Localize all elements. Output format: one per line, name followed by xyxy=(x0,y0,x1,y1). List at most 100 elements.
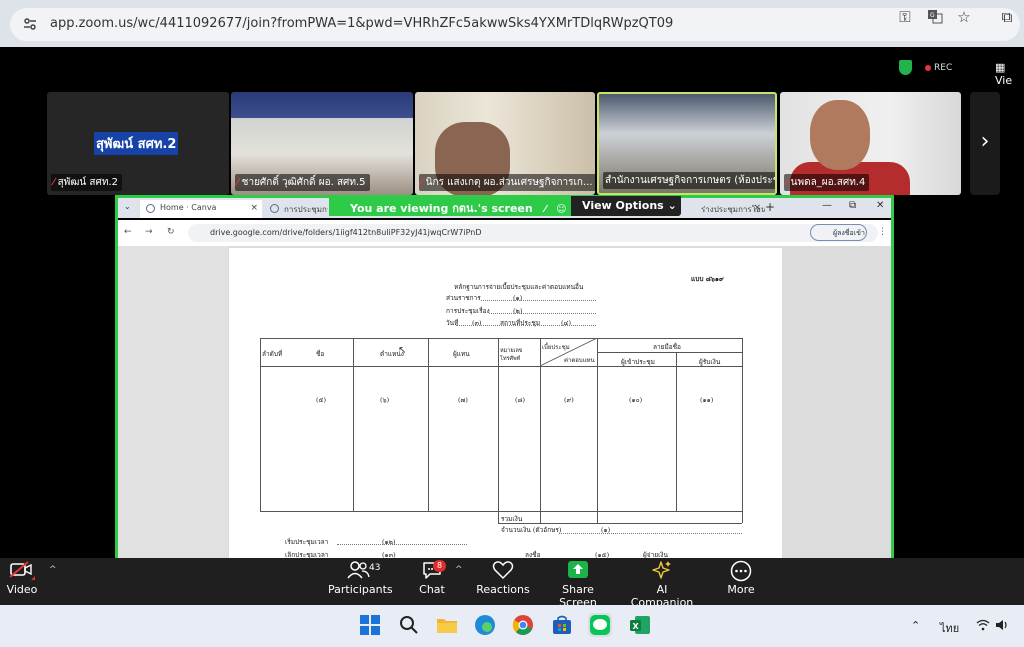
new-tab-icon[interactable]: + xyxy=(765,200,775,214)
column-index: (๘) xyxy=(515,396,526,404)
site-settings-icon[interactable] xyxy=(22,16,38,32)
browser-chrome: app.zoom.us/wc/4411092677/join?fromPWA=1… xyxy=(0,0,1024,47)
tray-chevron-icon[interactable]: ⌃ xyxy=(911,619,920,632)
shared-tab[interactable]: การประชุมการ... xyxy=(264,200,328,218)
kebab-menu-icon[interactable]: ⋮ xyxy=(878,227,887,237)
file-explorer-icon[interactable] xyxy=(435,613,459,637)
minimize-icon[interactable]: — xyxy=(822,200,832,211)
password-key-icon[interactable]: ⚿ xyxy=(896,8,914,26)
tab-close-icon[interactable]: × xyxy=(753,203,761,213)
more-button[interactable]: More xyxy=(724,560,758,596)
participant-name: นิกร แสงเกตุ ผอ.ส่วนเศรษฐกิจการเก... xyxy=(425,177,593,188)
participant-name-tag: สำนักงานเศรษฐกิจการเกษตร (ห้องประชุ... xyxy=(603,172,777,189)
column-index: (๖) xyxy=(380,396,390,404)
forward-icon[interactable]: → xyxy=(145,227,153,237)
restore-icon[interactable]: ⧉ xyxy=(849,200,856,211)
tab-title: การประชุมการ... xyxy=(284,205,328,214)
line-num: (๓) xyxy=(472,319,482,327)
line-label: ส่วนราชการ xyxy=(446,294,481,302)
column-index: (๑๑) xyxy=(700,396,714,404)
wifi-icon[interactable] xyxy=(976,619,990,634)
language-indicator[interactable]: ไทย xyxy=(940,619,959,637)
ai-companion-button[interactable]: AI Companion xyxy=(624,560,700,609)
participants-button[interactable]: Participants xyxy=(328,560,393,596)
video-options-caret-icon[interactable]: ^ xyxy=(49,565,57,575)
column-header: ค่าตอบแทน xyxy=(564,357,595,364)
search-icon[interactable] xyxy=(397,613,421,637)
excel-icon[interactable]: X xyxy=(628,613,652,637)
line-num: (๑) xyxy=(513,294,523,302)
line-label: การประชุมเรื่อง xyxy=(446,307,490,315)
fill-line xyxy=(559,533,742,534)
line-label: สถานที่ประชุม xyxy=(500,319,541,327)
extensions-icon[interactable]: ⧉ xyxy=(998,8,1016,26)
address-bar[interactable]: app.zoom.us/wc/4411092677/join?fromPWA=1… xyxy=(10,8,1020,41)
tab-close-icon[interactable]: × xyxy=(250,203,258,213)
participant-name: ชายศักดิ์ วุฒิศักดิ์ ผอ. สศท.5 xyxy=(241,177,366,188)
column-header: ลำดับที่ xyxy=(262,350,283,358)
shared-tab[interactable]: ร่างประชุมการโอนเงิน...× xyxy=(681,200,765,218)
chrome-icon[interactable] xyxy=(511,613,535,637)
mic-muted-icon: ⁄ xyxy=(237,177,239,188)
start-windows-icon[interactable] xyxy=(358,613,382,637)
mic-muted-icon: ⁄ xyxy=(544,204,547,215)
participant-face xyxy=(810,100,870,170)
participant-tile[interactable]: ⁄ นพดล_ผอ.สศท.4 xyxy=(780,92,961,195)
fill-line xyxy=(481,300,596,301)
column-header: ชื่อ xyxy=(316,350,325,358)
emoji-icon[interactable]: ☺ xyxy=(556,204,566,215)
bookmark-star-icon[interactable]: ☆ xyxy=(955,8,973,26)
security-shield-icon[interactable] xyxy=(899,60,912,75)
view-options-button[interactable]: View Options ⌄ xyxy=(571,196,681,216)
volume-icon[interactable] xyxy=(995,619,1009,634)
heart-icon xyxy=(476,560,530,582)
tab-favicon-icon xyxy=(270,204,279,213)
participant-name-tag: ⁄ สุพัฒน์ สศท.2 xyxy=(51,174,122,191)
grid-icon: ▦ xyxy=(995,61,1006,74)
store-icon[interactable] xyxy=(550,613,574,637)
shared-tab[interactable]: Home · Canva × xyxy=(140,200,262,218)
signin-label: ผู้ลงชื่อเข้า xyxy=(833,229,865,237)
table-border xyxy=(260,338,742,339)
recording-indicator: REC xyxy=(925,63,952,73)
chat-options-caret-icon[interactable]: ^ xyxy=(455,565,463,575)
reload-icon[interactable]: ↻ xyxy=(167,227,175,237)
banner-prefix: You are viewing xyxy=(350,202,449,215)
fill-line xyxy=(489,313,596,314)
signin-button[interactable]: ผู้ลงชื่อเข้า xyxy=(810,224,867,241)
translate-icon[interactable]: G xyxy=(926,8,944,28)
table-border xyxy=(498,338,499,523)
share-screen-button[interactable]: Share Screen xyxy=(544,560,612,609)
participant-tile[interactable]: ⁄ ชายศักดิ์ วุฒิศักดิ์ ผอ. สศท.5 xyxy=(231,92,413,195)
view-button[interactable]: ▦ Vie xyxy=(995,61,1024,87)
participant-name: สำนักงานเศรษฐกิจการเกษตร (ห้องประชุ... xyxy=(605,175,777,186)
back-icon[interactable]: ← xyxy=(124,227,132,237)
table-border xyxy=(742,338,743,523)
participant-tile[interactable]: ⁄ นิกร แสงเกตุ ผอ.ส่วนเศรษฐกิจการเก... xyxy=(415,92,595,195)
reactions-button[interactable]: Reactions xyxy=(476,560,530,596)
chevron-down-icon: ⌄ xyxy=(667,199,677,212)
chat-icon xyxy=(412,560,452,582)
edge-icon[interactable] xyxy=(473,613,497,637)
chat-label: Chat xyxy=(419,583,445,596)
table-border xyxy=(260,511,742,512)
form-code: แบบ ๘๖๑๙ xyxy=(691,275,724,283)
tab-title: Home · Canva xyxy=(160,203,217,212)
next-page-chevron-icon[interactable]: › xyxy=(970,92,1000,195)
chat-badge: 8 xyxy=(433,560,447,572)
fill-line xyxy=(456,325,596,326)
view-label: Vie xyxy=(995,74,1013,87)
participant-tile-active-speaker[interactable]: สำนักงานเศรษฐกิจการเกษตร (ห้องประชุ... xyxy=(597,92,777,195)
close-window-icon[interactable]: ✕ xyxy=(876,200,884,211)
column-index: (๗) xyxy=(458,396,468,404)
table-border xyxy=(597,352,742,353)
column-index: (๑๐) xyxy=(629,396,643,404)
table-border xyxy=(498,523,742,524)
line-app-icon[interactable] xyxy=(588,613,612,637)
shared-url-text: drive.google.com/drive/folders/1iigf412t… xyxy=(210,228,482,237)
participant-tile[interactable]: สุพัฒน์ สศท.2 ⁄ สุพัฒน์ สศท.2 xyxy=(47,92,229,195)
tab-search-chevron-icon[interactable]: ⌄ xyxy=(124,202,131,211)
video-button[interactable]: Video xyxy=(4,560,45,596)
more-dots-icon xyxy=(724,560,758,582)
zoom-top-bar xyxy=(0,47,1024,92)
